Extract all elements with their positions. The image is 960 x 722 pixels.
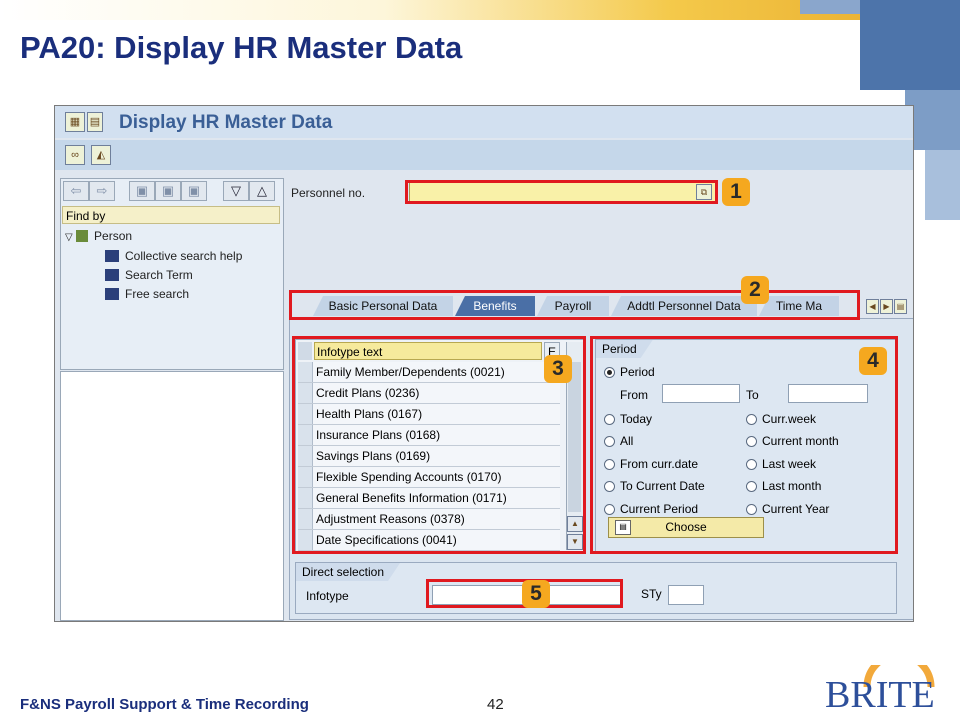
- binoculars-icon: [105, 288, 119, 300]
- collapse-icon[interactable]: ▽: [223, 181, 249, 201]
- slide-title: PA20: Display HR Master Data: [20, 30, 463, 65]
- sap-screen-title: Display HR Master Data: [119, 112, 333, 133]
- tab-scroll-right-icon[interactable]: ▶: [880, 299, 893, 314]
- direct-selection-header: Direct selection: [296, 563, 400, 581]
- tree-item-search-term[interactable]: Search Term: [105, 268, 193, 282]
- menu-icon[interactable]: ▦: [65, 112, 85, 132]
- glasses-icon[interactable]: ∞: [65, 145, 85, 165]
- nav-button[interactable]: ▣: [181, 181, 207, 201]
- hit-list-pane: [60, 371, 284, 621]
- nav-button[interactable]: ▣: [155, 181, 181, 201]
- expand-icon[interactable]: △: [249, 181, 275, 201]
- find-by-label: Find by: [62, 206, 280, 224]
- doc-icon[interactable]: ▤: [87, 112, 103, 132]
- back-arrow-icon[interactable]: ⇦: [63, 181, 89, 201]
- binoculars-icon: [105, 250, 119, 262]
- tree-item-collective-search[interactable]: Collective search help: [105, 249, 242, 263]
- tree-node-label: Person: [94, 229, 133, 243]
- decor-block: [800, 0, 860, 14]
- forward-arrow-icon[interactable]: ⇨: [89, 181, 115, 201]
- nav-button[interactable]: ▣: [129, 181, 155, 201]
- portrait-icon[interactable]: ◭: [91, 145, 111, 165]
- highlight-infotype-table: [292, 336, 586, 554]
- subtype-label: STy: [641, 587, 662, 601]
- highlight-tabs: [289, 290, 860, 320]
- highlight-personnel-no: [405, 180, 718, 204]
- callout-marker-2: 2: [741, 276, 769, 304]
- object-manager-pane: ⇦ ⇨ ▣ ▣ ▣ ▽ △ Find by ▽ Person Collectiv…: [60, 178, 284, 370]
- tree-item-free-search[interactable]: Free search: [105, 287, 189, 301]
- callout-marker-3: 3: [544, 355, 572, 383]
- brite-logo: BRITE: [823, 651, 953, 717]
- binoculars-icon: [105, 269, 119, 281]
- page-number: 42: [487, 696, 504, 713]
- tab-scroll-left-icon[interactable]: ◀: [866, 299, 879, 314]
- tree-collapse-icon[interactable]: ▽: [65, 232, 73, 243]
- person-icon: [76, 230, 89, 242]
- callout-marker-5: 5: [522, 580, 550, 608]
- tab-list-icon[interactable]: ▤: [894, 299, 907, 314]
- subtype-input[interactable]: [668, 585, 704, 605]
- callout-marker-4: 4: [859, 347, 887, 375]
- callout-marker-1: 1: [722, 178, 750, 206]
- sap-titlebar: ▦ ▤ Display HR Master Data: [55, 106, 913, 138]
- decor-block: [925, 150, 960, 220]
- sap-application-toolbar: ∞ ◭: [55, 140, 913, 170]
- svg-text:BRITE: BRITE: [825, 674, 935, 716]
- decor-block: [860, 0, 960, 90]
- slide-footer: F&NS Payroll Support & Time Recording: [20, 696, 309, 713]
- infotype-label: Infotype: [306, 589, 349, 603]
- highlight-period: [590, 336, 898, 554]
- personnel-no-label: Personnel no.: [291, 186, 366, 200]
- tree-node-person[interactable]: ▽ Person: [65, 229, 132, 243]
